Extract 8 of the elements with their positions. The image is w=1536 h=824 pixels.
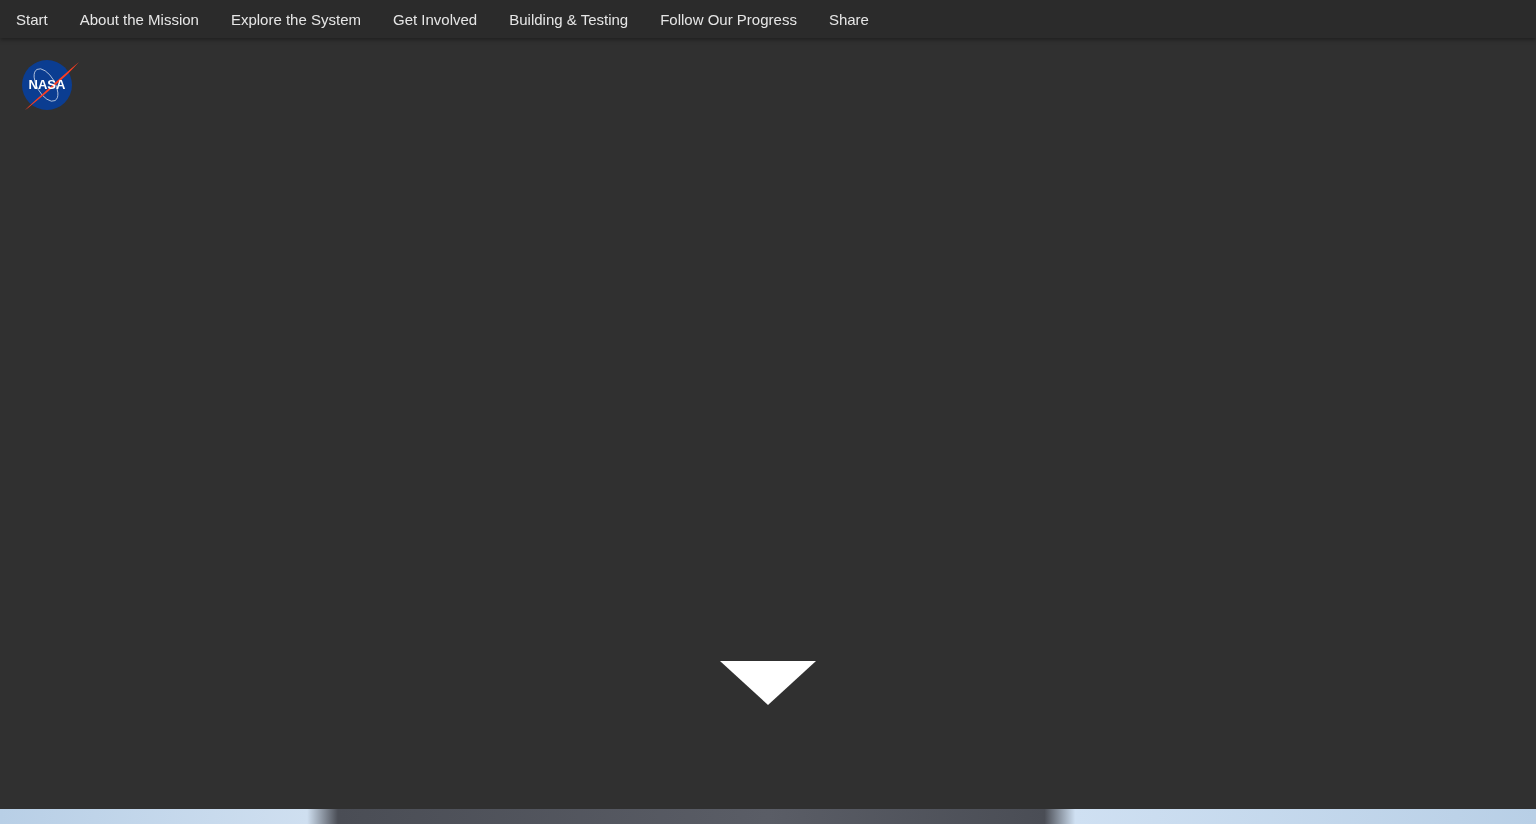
nav-link[interactable]: Share (828, 10, 869, 28)
scroll-down-arrow-icon[interactable] (720, 661, 816, 705)
nav-link[interactable]: Follow Our Progress (660, 10, 797, 28)
nav-link[interactable]: Start (16, 10, 48, 28)
nav-link[interactable]: Building & Testing (509, 10, 629, 28)
nav-link[interactable]: About the Mission (79, 10, 199, 28)
nav-link[interactable]: Get Involved (393, 10, 478, 28)
nav-link[interactable]: Explore the System (230, 10, 361, 28)
